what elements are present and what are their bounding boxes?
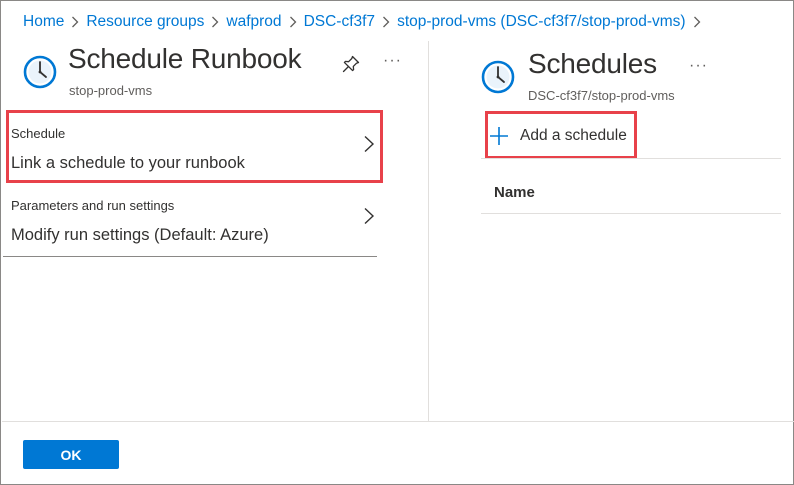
column-header-name[interactable]: Name [494, 184, 535, 201]
pin-icon[interactable] [341, 54, 361, 74]
divider [481, 158, 781, 159]
breadcrumb-wafprod[interactable]: wafprod [226, 13, 281, 31]
breadcrumb-automation-account[interactable]: DSC-cf3f7 [304, 13, 376, 31]
breadcrumb-resource-groups[interactable]: Resource groups [86, 13, 204, 31]
blade-divider [428, 41, 429, 421]
setting-category-label: Parameters and run settings [11, 198, 175, 213]
chevron-right-icon [64, 12, 86, 32]
clock-icon [481, 60, 515, 94]
parameters-setting[interactable]: Parameters and run settings Modify run s… [3, 187, 377, 257]
schedule-setting[interactable]: Schedule Link a schedule to your runbook [3, 109, 377, 185]
chevron-right-icon [204, 12, 226, 32]
breadcrumb-home[interactable]: Home [23, 13, 64, 31]
add-schedule-button[interactable]: Add a schedule [489, 122, 627, 150]
setting-value-label: Modify run settings (Default: Azure) [11, 226, 269, 244]
more-options-icon[interactable]: ··· [689, 57, 708, 75]
more-options-icon[interactable]: ··· [383, 52, 402, 70]
chevron-right-icon [686, 12, 708, 32]
divider [481, 213, 781, 214]
footer-divider [2, 421, 794, 422]
chevron-right-icon [364, 135, 375, 153]
clock-icon [23, 55, 57, 89]
breadcrumb-runbook[interactable]: stop-prod-vms (DSC-cf3f7/stop-prod-vms) [397, 13, 686, 31]
page-subtitle: stop-prod-vms [69, 83, 153, 98]
chevron-right-icon [282, 12, 304, 32]
ok-button[interactable]: OK [23, 440, 119, 469]
setting-category-label: Schedule [11, 126, 66, 141]
chevron-right-icon [375, 12, 397, 32]
dialog-frame: Home Resource groups wafprod DSC-cf3f7 s… [0, 0, 794, 485]
setting-value-label: Link a schedule to your runbook [11, 154, 245, 172]
chevron-right-icon [364, 207, 375, 225]
breadcrumb: Home Resource groups wafprod DSC-cf3f7 s… [23, 12, 708, 32]
page-title: Schedule Runbook [68, 43, 302, 74]
plus-icon [490, 127, 508, 145]
add-schedule-label: Add a schedule [520, 127, 627, 144]
schedules-subtitle: DSC-cf3f7/stop-prod-vms [528, 88, 675, 103]
schedules-title: Schedules [528, 48, 657, 79]
